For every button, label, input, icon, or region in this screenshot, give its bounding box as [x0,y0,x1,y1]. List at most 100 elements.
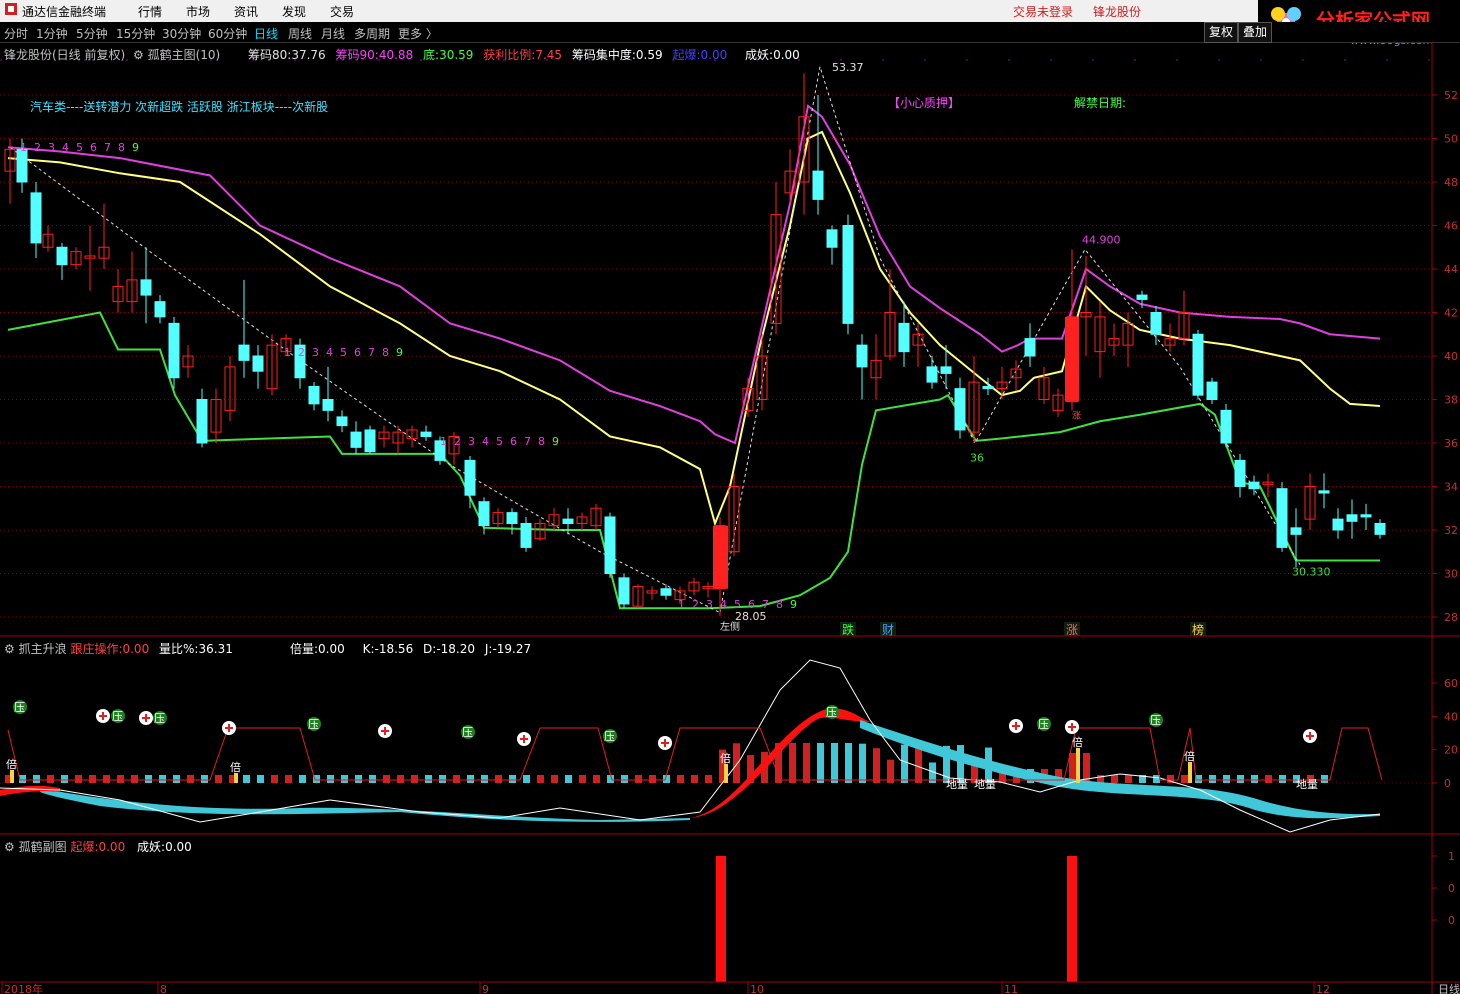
seq-label-1-7: 8 [382,346,389,359]
candlesticks[interactable] [4,73,1386,616]
x-label-1: 8 [160,983,167,994]
mid-bar-56 [789,743,796,783]
x-label-4: 11 [1004,983,1018,994]
stock-name-title: 锋龙股份 [1093,5,1142,19]
label-bottom-prefix: 左侧 [720,620,740,633]
mid-bar-86 [1209,775,1216,783]
app-logo-icon [4,2,18,19]
candle-body-37 [520,522,532,548]
candle-body-68 [954,388,966,431]
candle-body-12 [168,322,180,379]
tf-multi[interactable]: 多周期 [354,25,390,42]
candle-body-43 [604,516,616,575]
mid-bar-6 [89,775,96,783]
menu-shichang[interactable]: 市场 [186,3,210,20]
seq-label-1-2: 3 [312,346,319,359]
x-label-2: 9 [482,983,489,994]
x-label-0: 2018年 [4,982,43,994]
candle-body-86 [1206,381,1218,401]
bei-marker-2: 倍 [720,751,731,765]
tf-60min[interactable]: 60分钟 [208,25,247,42]
label-high-price: 53.37 [832,61,864,74]
candle-body-92 [1290,527,1302,535]
candle-body-22 [308,385,320,405]
mid-bar-2 [33,775,40,783]
mid-kdj-line [0,659,1381,833]
menu-hangqing[interactable]: 行情 [138,3,162,20]
bei-bar-3 [1076,748,1080,783]
sub-panel-drawing [716,856,1077,982]
y-tick-label-1: 50 [1444,133,1458,146]
mid-bar-88 [1237,775,1244,783]
y-tick-label-7: 38 [1444,394,1458,407]
chart-canvas[interactable]: 53.3744.9003630.33028.05左侧1 2 3 4 5 6 7 8 91 2 3 4 5… [0,42,1460,994]
candle-body-33 [464,459,476,496]
mid-bar-89 [1251,775,1258,783]
mid-bar-12 [173,775,180,783]
tf-fenshi[interactable]: 分时 [4,25,28,42]
tf-more[interactable]: 更多 〉 [398,25,438,42]
mid-bar-59 [831,743,838,783]
mid-bar-14 [201,775,208,783]
candle-body-81 [1136,294,1148,300]
sub-y-label-1: 0 [1448,882,1455,895]
mid-bar-62 [873,748,880,783]
mid-bar-38 [537,775,544,783]
tf-5min[interactable]: 5分钟 [76,25,108,42]
tf-weekly[interactable]: 周线 [288,25,312,42]
tf-1min[interactable]: 1分钟 [36,25,68,42]
mid-bar-9 [131,775,138,783]
bei-marker-4: 倍 [1184,749,1195,763]
candle-body-60 [842,225,854,324]
mid-bar-19 [271,775,278,783]
main-indicator-lines [7,66,1381,614]
menu-faxian[interactable]: 发现 [282,3,306,20]
tf-daily[interactable]: 日线 [254,25,278,42]
mid-bar-52 [733,743,740,783]
seq-label-2-3: 4 [482,435,489,448]
bei-bar-1 [234,773,238,783]
candle-big-up-2 [1065,316,1079,402]
mid-bar-31 [439,775,446,783]
signal-label-2: 涨 [1066,622,1078,637]
dili-marker-2: 地量 [1296,778,1318,791]
mid-bar-25 [355,775,362,783]
app-title: 通达信金融终端 [22,5,107,19]
menu-jiaoyi[interactable]: 交易 [330,3,354,20]
ya-marker-text-2: 压 [154,712,165,725]
mid-y-label-0: 60 [1444,677,1458,690]
tf-30min[interactable]: 30分钟 [162,25,201,42]
signal-label-0: 跌 [842,622,854,637]
fuquan-button[interactable]: 复权 [1204,22,1239,43]
candle-body-59 [826,229,838,248]
candle-body-17 [238,344,250,361]
seq-label-3-5: 6 [748,598,755,611]
mid-bar-46 [649,775,656,783]
seq-label-0-3: 4 [62,141,69,154]
mid-bar-76 [1069,753,1076,783]
menu-zixun[interactable]: 资讯 [234,3,258,20]
tf-15min[interactable]: 15分钟 [116,25,155,42]
seq-label-3-1: 2 [692,598,699,611]
candle-body-96 [1346,514,1358,522]
candle-body-85 [1192,333,1204,396]
mid-bar-39 [551,775,558,783]
ya-marker-text-5: 压 [604,730,615,743]
lower-band-line [7,311,1380,610]
tf-monthly[interactable]: 月线 [321,25,345,42]
candle-body-70 [982,385,994,390]
ya-marker-text-8: 压 [1150,714,1161,727]
y-tick-label-12: 28 [1444,611,1458,624]
diejia-button[interactable]: 叠加 [1238,22,1273,43]
ya-marker-text-0: 压 [14,701,25,714]
candle-body-64 [898,322,910,353]
candle-body-36 [506,512,518,524]
candle-body-24 [336,416,348,427]
mid-bar-58 [817,743,824,783]
seq-label-0-4: 5 [76,141,83,154]
ya-marker-text-4: 压 [462,726,473,739]
y-tick-label-3: 46 [1444,220,1458,233]
bei-marker-1: 倍 [230,760,241,774]
mid-bar-36 [509,775,516,783]
login-status[interactable]: 交易未登录 [1013,3,1073,20]
